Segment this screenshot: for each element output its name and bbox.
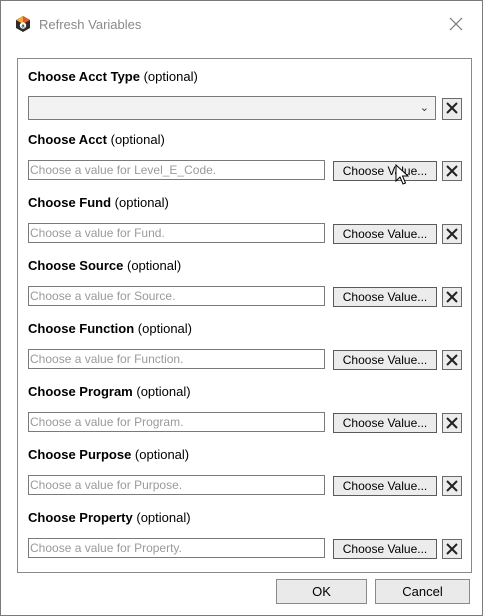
optional-tag: (optional) — [143, 69, 198, 84]
field-label: Choose Acct Type — [28, 69, 140, 84]
close-icon — [446, 102, 458, 114]
clear-purpose-button[interactable] — [442, 476, 462, 496]
clear-acct-button[interactable] — [442, 161, 462, 181]
clear-fund-button[interactable] — [442, 224, 462, 244]
close-icon — [446, 291, 458, 303]
optional-tag: (optional) — [137, 321, 192, 336]
clear-source-button[interactable] — [442, 287, 462, 307]
close-icon — [446, 165, 458, 177]
source-input[interactable]: Choose a value for Source. — [28, 286, 325, 306]
field-label: Choose Program — [28, 384, 133, 399]
cancel-button[interactable]: Cancel — [375, 579, 470, 604]
choose-value-button[interactable]: Choose Value... — [333, 287, 437, 307]
optional-tag: (optional) — [136, 384, 191, 399]
optional-tag: (optional) — [134, 447, 190, 462]
optional-tag: (optional) — [114, 195, 169, 210]
chevron-down-icon[interactable]: ⌄ — [420, 101, 429, 114]
refresh-variables-dialog: a Refresh Variables Choose Acct Type (op… — [0, 0, 483, 616]
variables-panel: Choose Acct Type (optional) ⌄ Choose Acc… — [17, 58, 472, 573]
choose-value-button[interactable]: Choose Value... — [333, 224, 437, 244]
field-label: Choose Source — [28, 258, 124, 273]
mouse-pointer-icon — [395, 164, 409, 185]
choose-value-button[interactable]: Choose Value... — [333, 539, 437, 559]
close-icon[interactable] — [444, 12, 468, 36]
fund-input[interactable]: Choose a value for Fund. — [28, 223, 325, 243]
clear-function-button[interactable] — [442, 350, 462, 370]
field-label: Choose Purpose — [28, 447, 132, 462]
field-label: Choose Fund — [28, 195, 112, 210]
field-label: Choose Property — [28, 510, 133, 525]
close-icon — [446, 480, 458, 492]
choose-value-button[interactable]: Choose Value... — [333, 476, 437, 496]
purpose-input[interactable]: Choose a value for Purpose. — [28, 475, 325, 495]
property-input[interactable]: Choose a value for Property. — [28, 538, 325, 558]
ok-button[interactable]: OK — [276, 579, 367, 604]
choose-value-button[interactable]: Choose Value... — [333, 161, 437, 181]
close-icon — [446, 543, 458, 555]
title-bar: a Refresh Variables — [1, 1, 482, 49]
clear-program-button[interactable] — [442, 413, 462, 433]
program-input[interactable]: Choose a value for Program. — [28, 412, 325, 432]
field-label: Choose Function — [28, 321, 135, 336]
close-icon — [446, 417, 458, 429]
acct-type-dropdown[interactable]: ⌄ — [28, 96, 436, 120]
function-input[interactable]: Choose a value for Function. — [28, 349, 325, 369]
close-icon — [446, 354, 458, 366]
window-title: Refresh Variables — [39, 17, 142, 32]
acct-input[interactable]: Choose a value for Level_E_Code. — [28, 160, 325, 180]
choose-value-button[interactable]: Choose Value... — [333, 350, 437, 370]
field-label: Choose Acct — [28, 132, 107, 147]
optional-tag: (optional) — [110, 132, 165, 147]
choose-value-button[interactable]: Choose Value... — [333, 413, 437, 433]
close-icon — [446, 228, 458, 240]
optional-tag: (optional) — [136, 510, 191, 525]
app-logo-icon: a — [16, 16, 30, 32]
optional-tag: (optional) — [126, 258, 182, 273]
clear-acct-type-button[interactable] — [442, 98, 462, 120]
clear-property-button[interactable] — [442, 539, 462, 559]
